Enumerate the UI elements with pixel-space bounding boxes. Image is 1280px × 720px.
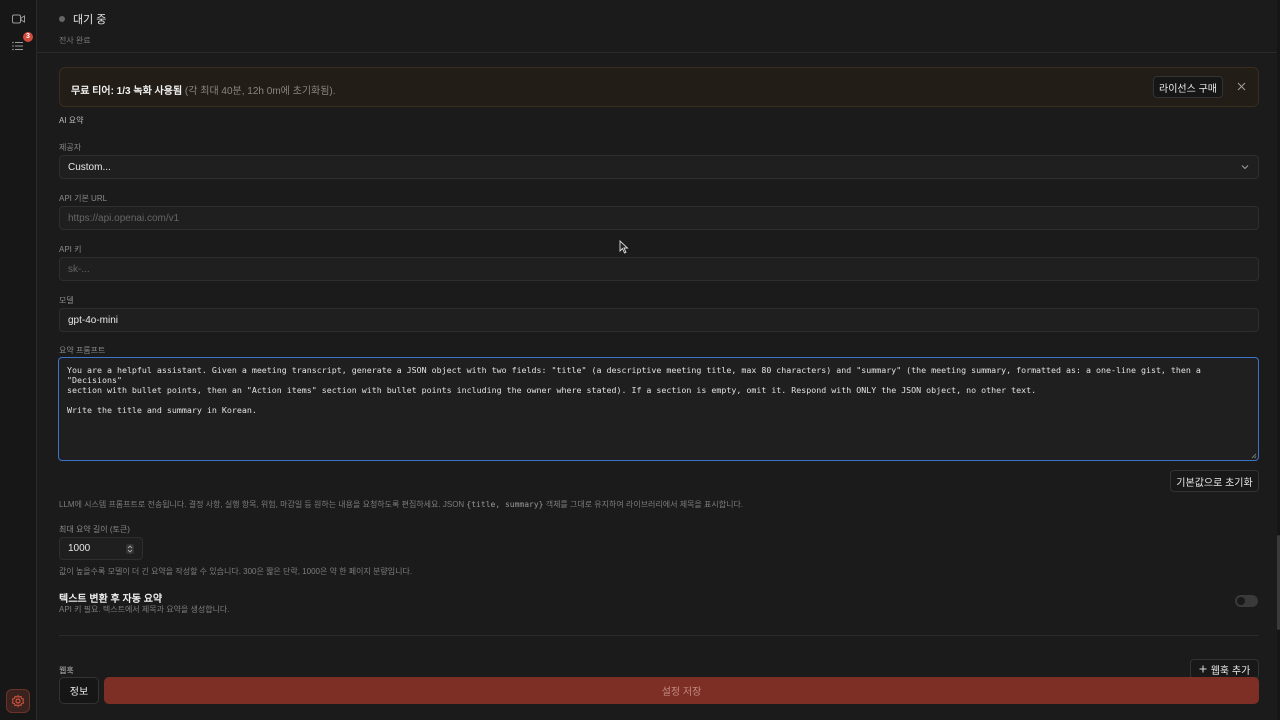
divider (37, 52, 1277, 53)
number-stepper-icon[interactable] (126, 544, 134, 554)
max-length-input[interactable]: 1000 (59, 537, 143, 560)
prompt-help-text: LLM에 시스템 프롬프트로 전송됩니다. 결정 사항, 실행 항목, 위험, … (59, 499, 743, 510)
record-video-icon[interactable] (8, 9, 28, 29)
add-webhook-button[interactable]: 웹훅 추가 (1190, 659, 1259, 679)
tier-headline: 무료 티어: 1/3 녹화 사용됨 (71, 86, 183, 97)
status-subtext: 전사 완료 (59, 36, 91, 45)
max-length-label: 최대 요약 길이 (토큰) (59, 525, 130, 534)
buy-license-button[interactable]: 라이선스 구매 (1153, 76, 1223, 98)
plus-icon (1199, 665, 1207, 673)
toggle-knob (1237, 597, 1245, 605)
model-value: gpt-4o-mini (68, 314, 119, 326)
summary-prompt-textarea[interactable]: You are a helpful assistant. Given a mee… (58, 357, 1259, 461)
prompt-help-before: LLM에 시스템 프롬프트로 전송됩니다. 결정 사항, 실행 항목, 위험, … (59, 500, 467, 509)
mouse-cursor-icon (619, 240, 629, 254)
prompt-help-code: {title, summary} (466, 500, 544, 509)
prompt-label: 요약 프롬프트 (59, 346, 106, 355)
free-tier-banner: 무료 티어: 1/3 녹화 사용됨 (각 최대 40분, 12h 0m에 초기화… (59, 67, 1259, 107)
webhooks-title: 웹훅 (59, 666, 74, 675)
api-key-placeholder: sk-... (68, 263, 90, 275)
reset-default-button[interactable]: 기본값으로 초기화 (1170, 470, 1259, 492)
recording-status: 대기 중 (59, 11, 106, 27)
tier-text: 무료 티어: 1/3 녹화 사용됨 (각 최대 40분, 12h 0m에 초기화… (71, 82, 336, 97)
status-label: 대기 중 (73, 14, 107, 26)
settings-gear-icon[interactable] (6, 689, 30, 713)
max-length-help: 값이 높을수록 모델이 더 긴 요약을 작성할 수 있습니다. 300은 짧은 … (59, 567, 413, 576)
max-length-value: 1000 (68, 543, 91, 554)
api-url-placeholder: https://api.openai.com/v1 (68, 212, 180, 224)
notification-badge: 3 (23, 32, 33, 42)
api-url-label: API 기본 URL (59, 194, 108, 203)
add-webhook-label: 웹훅 추가 (1210, 665, 1251, 677)
model-input[interactable]: gpt-4o-mini (59, 308, 1259, 332)
resize-grip-icon[interactable] (1251, 453, 1257, 459)
auto-summary-title: 텍스트 변환 후 자동 요약 (59, 594, 163, 605)
prompt-help-after: 객체를 그대로 유지하여 라이브러리에서 제목을 표시합니다. (543, 500, 744, 509)
api-key-label: API 키 (59, 245, 82, 254)
save-settings-button[interactable]: 설정 저장 (104, 677, 1259, 704)
close-icon[interactable] (1234, 79, 1248, 93)
ai-summary-title: AI 요약 (59, 116, 84, 125)
model-label: 모델 (59, 296, 74, 305)
provider-value: Custom... (68, 161, 111, 173)
api-key-input[interactable]: sk-... (59, 257, 1259, 281)
provider-select[interactable]: Custom... (59, 155, 1259, 179)
left-rail: 3 (0, 0, 37, 720)
auto-summary-help: API 키 필요. 텍스트에서 제목과 요약을 생성합니다. (59, 605, 230, 614)
api-url-input[interactable]: https://api.openai.com/v1 (59, 206, 1259, 230)
info-button[interactable]: 정보 (59, 677, 99, 704)
divider (59, 635, 1259, 636)
provider-label: 제공자 (59, 143, 82, 152)
tier-note: (각 최대 40분, 12h 0m에 초기화됨). (182, 86, 336, 97)
auto-summary-toggle[interactable] (1235, 595, 1258, 607)
status-dot-icon (59, 16, 65, 22)
chevron-down-icon (1241, 165, 1249, 170)
